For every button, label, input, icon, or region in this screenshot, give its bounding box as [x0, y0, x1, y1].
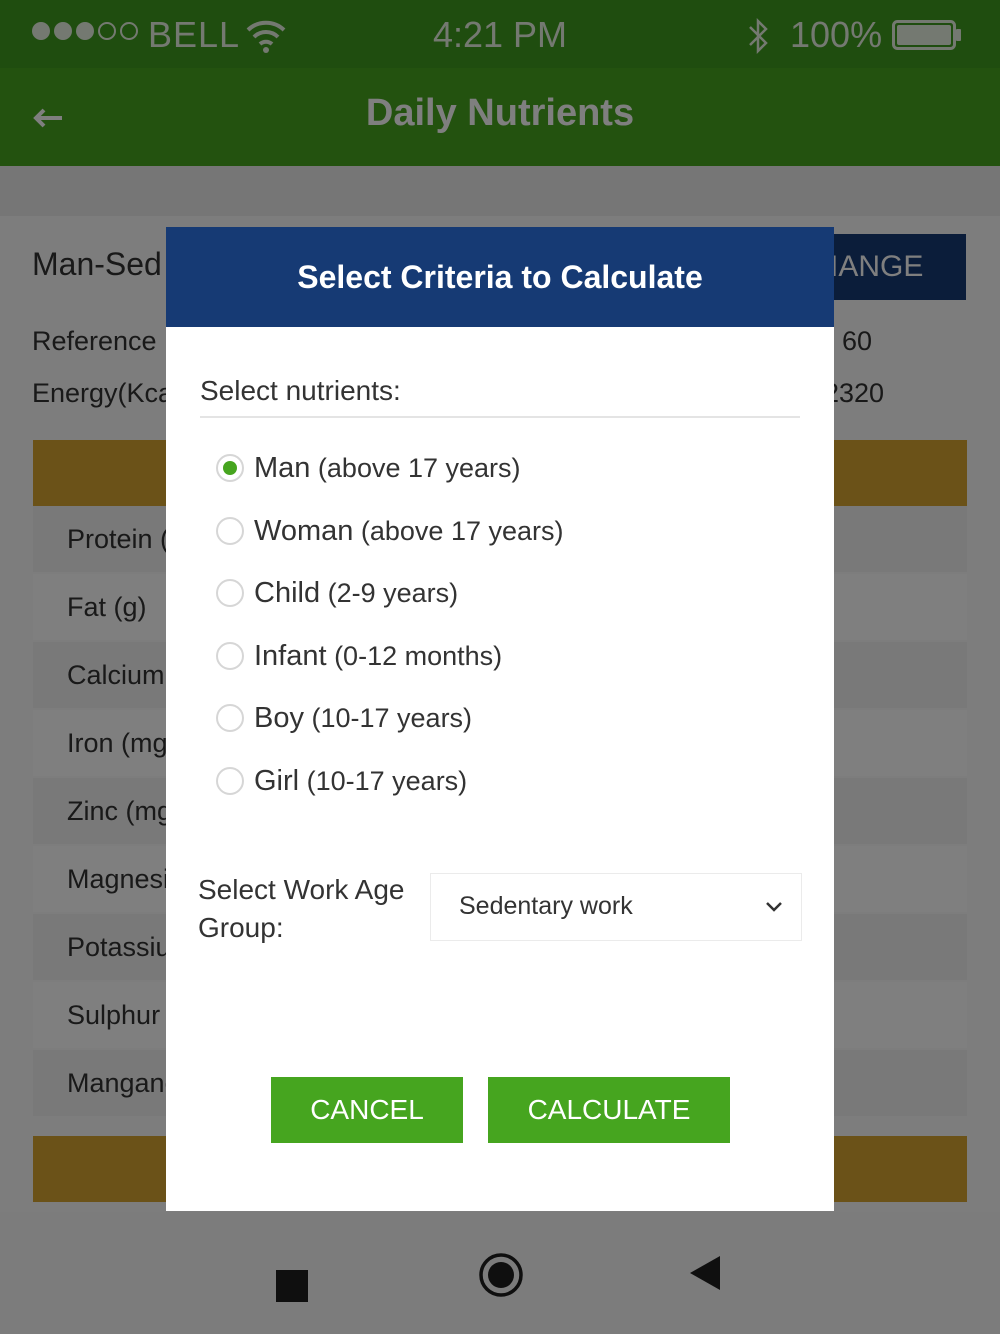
dialog-header: Select Criteria to Calculate [166, 227, 834, 327]
criteria-dialog: Select Criteria to Calculate Select nutr… [166, 227, 834, 1211]
radio-button[interactable] [216, 517, 244, 545]
radio-button[interactable] [216, 704, 244, 732]
divider [200, 416, 800, 418]
option-sublabel: (above 17 years) [353, 515, 564, 546]
dialog-title: Select Criteria to Calculate [297, 259, 703, 295]
radio-option-child[interactable]: Child (2-9 years) [216, 573, 458, 613]
radio-button[interactable] [216, 767, 244, 795]
nutrients-section-label: Select nutrients: [200, 375, 401, 406]
work-group-label: Select Work Age Group: [198, 874, 405, 943]
option-sublabel: (10-17 years) [299, 765, 468, 796]
option-sublabel: (above 17 years) [310, 452, 521, 483]
radio-button[interactable] [216, 579, 244, 607]
cancel-button[interactable]: CANCEL [271, 1077, 463, 1143]
radio-button[interactable] [216, 642, 244, 670]
radio-option-girl[interactable]: Girl (10-17 years) [216, 761, 467, 801]
option-label: Woman [254, 514, 354, 547]
radio-option-infant[interactable]: Infant (0-12 months) [216, 636, 502, 676]
option-sublabel: (2-9 years) [320, 577, 459, 608]
calculate-button[interactable]: CALCULATE [488, 1077, 730, 1143]
work-group-select[interactable]: Sedentary work [430, 873, 802, 941]
option-sublabel: (10-17 years) [303, 702, 473, 733]
option-label: Boy [254, 701, 304, 734]
option-label: Girl [254, 764, 300, 797]
option-label: Child [254, 576, 321, 609]
radio-option-boy[interactable]: Boy (10-17 years) [216, 698, 472, 738]
work-group-value: Sedentary work [459, 892, 633, 920]
option-sublabel: (0-12 months) [326, 640, 503, 671]
radio-option-man[interactable]: Man (above 17 years) [216, 448, 521, 488]
chevron-down-icon [766, 902, 782, 912]
option-label: Infant [254, 639, 327, 672]
radio-button[interactable] [216, 454, 244, 482]
radio-option-woman[interactable]: Woman (above 17 years) [216, 511, 564, 551]
option-label: Man [254, 451, 311, 484]
